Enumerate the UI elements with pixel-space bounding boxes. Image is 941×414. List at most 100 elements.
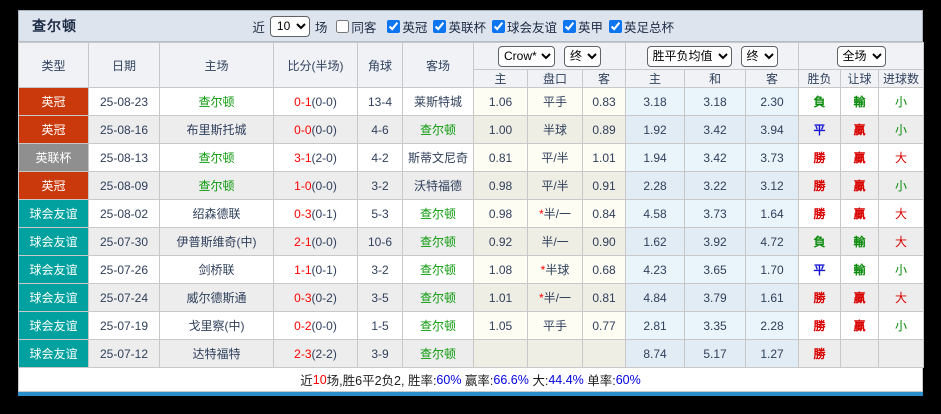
avg-odds-select[interactable]: 胜平负均值 [646, 45, 732, 67]
summary-bar: 近 10 场,胜6平2负2, 胜率: 60% 赢率: 66.6% 大: 44.4% 单率:… [18, 368, 923, 392]
odds-home: 1.00 [473, 115, 528, 144]
col-header-handicap-result: 让球 [840, 69, 880, 88]
match-count-select[interactable]: 10 [269, 15, 310, 37]
match-date: 25-07-19 [88, 311, 160, 340]
away-team[interactable]: 斯蒂文尼奇 [402, 143, 474, 172]
avg-home: 1.92 [625, 115, 686, 144]
odds-home: 1.05 [473, 311, 528, 340]
score[interactable]: 1-0(0-0) [273, 171, 358, 200]
same-away-checkbox[interactable] [336, 19, 350, 33]
away-team[interactable]: 查尔顿 [402, 227, 474, 256]
away-team[interactable]: 莱斯特城 [402, 87, 474, 116]
col-header-home: 主场 [159, 42, 274, 88]
avg-home: 4.58 [625, 199, 686, 228]
score[interactable]: 0-2(0-0) [273, 311, 358, 340]
summary-segment: 66.6% [493, 372, 529, 387]
avg-home: 1.94 [625, 143, 686, 172]
league-checkbox-4[interactable]: 英足总杯 [608, 17, 674, 36]
goals-result: 小 [878, 87, 925, 116]
home-team[interactable]: 戈里察(中) [159, 311, 274, 340]
league-checkbox-2[interactable]: 球会友谊 [491, 17, 557, 36]
score[interactable]: 0-1(0-0) [273, 87, 358, 116]
goals-result: 大 [878, 283, 925, 312]
odds-home: 0.81 [473, 143, 528, 172]
handicap: 平手 [527, 87, 583, 116]
half-time-score: (0-0) [311, 234, 337, 249]
score[interactable]: 1-1(0-1) [273, 255, 358, 284]
odds-away: 0.77 [581, 311, 627, 340]
outcome: 勝 [798, 199, 842, 228]
avg-away: 2.28 [745, 311, 800, 340]
league-checkbox-input[interactable] [562, 19, 576, 33]
avg-draw: 5.17 [684, 339, 747, 368]
league-checkbox-3[interactable]: 英甲 [562, 17, 603, 36]
away-team[interactable]: 查尔顿 [402, 115, 474, 144]
handicap-result: 輸 [840, 255, 880, 284]
league-label: 球会友谊 [506, 20, 557, 35]
handicap-star: * [538, 207, 544, 221]
avg-away: 1.70 [745, 255, 800, 284]
odds-away: 0.68 [581, 255, 627, 284]
bookmaker-state-select[interactable]: 终 [564, 45, 601, 67]
away-team[interactable]: 查尔顿 [402, 199, 474, 228]
odds-away: 0.91 [581, 171, 627, 200]
avg-away: 1.64 [745, 199, 800, 228]
odds-away: 0.81 [581, 283, 627, 312]
summary-segment: 赢率: [461, 374, 494, 388]
away-team[interactable]: 沃特福德 [402, 171, 474, 200]
avg-state-select[interactable]: 终 [740, 45, 778, 67]
league-checkbox-1[interactable]: 英联杯 [433, 17, 486, 36]
score[interactable]: 0-0(0-0) [273, 115, 358, 144]
half-time-score: (0-0) [311, 122, 337, 137]
table-row: 英联杯 25-08-13 查尔顿 3-1(2-0) 4-2 斯蒂文尼奇 0.81 平/半 1.0… [18, 143, 925, 172]
odds-home [473, 339, 528, 368]
score[interactable]: 2-3(2-2) [273, 339, 358, 368]
home-team[interactable]: 达特福特 [159, 339, 274, 368]
home-team[interactable]: 查尔顿 [159, 171, 274, 200]
avg-draw: 3.79 [684, 283, 747, 312]
home-team[interactable]: 剑桥联 [159, 255, 274, 284]
league-checkbox-input[interactable] [433, 19, 447, 33]
league-checkbox-input[interactable] [608, 19, 622, 33]
away-team[interactable]: 查尔顿 [402, 339, 474, 368]
handicap-result: 輸 [840, 227, 880, 256]
same-away-label: 同客 [351, 20, 377, 35]
half-time-score: (0-0) [311, 318, 337, 333]
scope-select[interactable]: 全场 [836, 45, 886, 67]
league-checkbox-0[interactable]: 英冠 [387, 17, 427, 36]
avg-home: 3.18 [625, 87, 686, 116]
away-team[interactable]: 查尔顿 [402, 311, 474, 340]
away-team[interactable]: 查尔顿 [402, 255, 474, 284]
outcome: 勝 [798, 143, 842, 172]
league-checkbox-input[interactable] [491, 19, 505, 33]
score[interactable]: 3-1(2-0) [273, 143, 358, 172]
odds-home: 1.06 [473, 87, 528, 116]
score[interactable]: 0-3(0-1) [273, 199, 358, 228]
bookmaker-select[interactable]: Crow* [498, 45, 555, 67]
goals-result: 小 [878, 115, 925, 144]
col-header-avg-draw: 和 [684, 69, 747, 88]
home-team[interactable]: 布里斯托城 [159, 115, 274, 144]
goals-result: 小 [878, 171, 925, 200]
handicap [527, 339, 583, 368]
score[interactable]: 2-1(0-0) [273, 227, 358, 256]
summary-segment: 10 [312, 372, 327, 387]
league-checkbox-input[interactable] [387, 19, 401, 33]
score[interactable]: 0-3(0-2) [273, 283, 358, 312]
col-header-outcome: 胜负 [798, 69, 842, 88]
home-team[interactable]: 绍森德联 [159, 199, 274, 228]
summary-segment: 44.4% [548, 372, 584, 387]
summary-segment: 近 [300, 374, 313, 388]
match-date: 25-07-30 [88, 227, 160, 256]
handicap: *半球 [527, 255, 583, 284]
avg-away: 1.61 [745, 283, 800, 312]
odds-away: 0.90 [581, 227, 627, 256]
away-team[interactable]: 查尔顿 [402, 283, 474, 312]
home-team[interactable]: 查尔顿 [159, 87, 274, 116]
home-team[interactable]: 威尔德斯通 [159, 283, 274, 312]
home-team[interactable]: 伊普斯维奇(中) [159, 227, 274, 256]
same-away-checkbox-label[interactable]: 同客 [336, 17, 376, 36]
outcome: 勝 [798, 283, 842, 312]
col-header-date: 日期 [88, 42, 160, 88]
home-team[interactable]: 查尔顿 [159, 143, 274, 172]
